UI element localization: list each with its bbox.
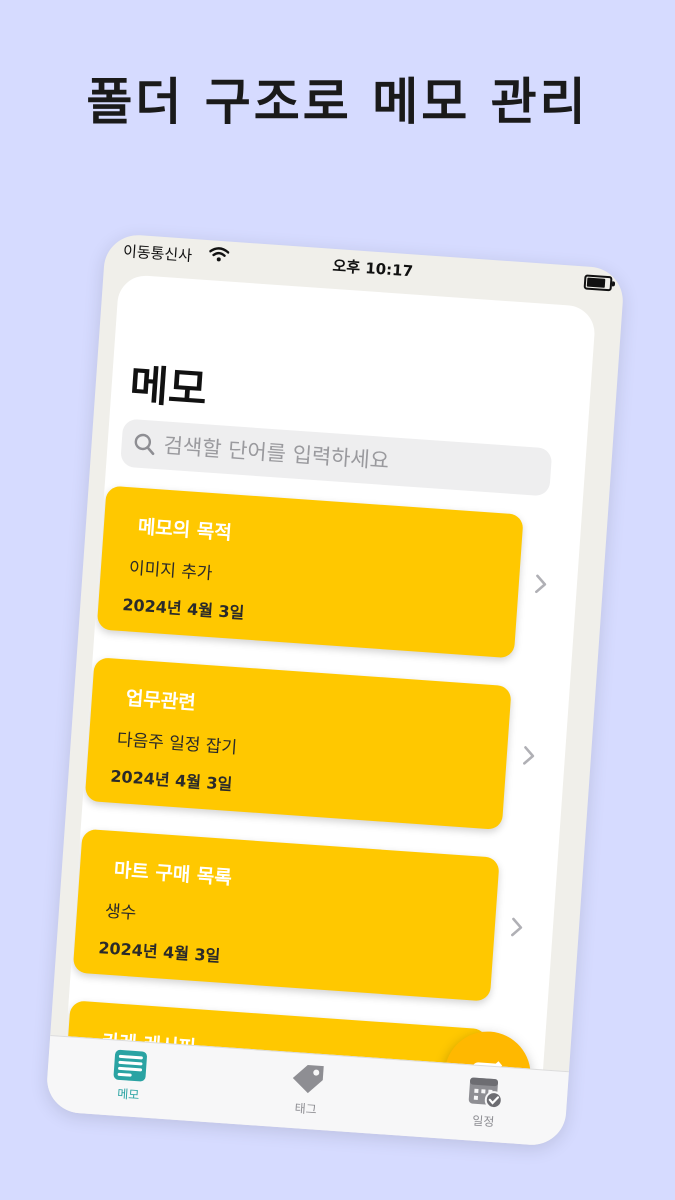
chevron-right-icon[interactable] xyxy=(508,915,526,940)
chevron-right-icon[interactable] xyxy=(520,743,538,768)
memo-date: 2024년 4월 3일 xyxy=(97,938,221,966)
memo-card[interactable]: 업무관련 다음주 일정 잡기 2024년 4월 3일 xyxy=(84,657,512,830)
memo-date: 2024년 4월 3일 xyxy=(121,594,245,623)
memo-preview: 이미지 추가 xyxy=(128,558,214,585)
memo-name: 메모의 목적 xyxy=(137,515,233,545)
search-icon xyxy=(134,433,155,456)
memo-date: 2024년 4월 3일 xyxy=(109,766,233,795)
memo-preview: 생수 xyxy=(104,901,137,924)
tab-tag[interactable]: 태그 xyxy=(245,1058,369,1130)
wifi-icon xyxy=(208,246,230,266)
memo-preview: 다음주 일정 잡기 xyxy=(116,729,238,759)
tab-schedule[interactable]: 일정 xyxy=(422,1070,546,1142)
battery-level xyxy=(586,277,606,288)
status-time: 오후 10:17 xyxy=(331,256,414,281)
tab-label: 메모 xyxy=(116,1086,140,1103)
calendar-check-icon xyxy=(468,1077,503,1110)
headline: 폴더 구조로 메모 관리 xyxy=(86,73,589,131)
search-bar[interactable] xyxy=(120,418,553,497)
memo-name: 마트 구매 목록 xyxy=(113,859,233,890)
carrier-name: 이동통신사 xyxy=(122,242,193,265)
memo-panel: 메모 메모의 목적 이미지 추가 2024년 4월 3일 업무관련 다음주 일정… xyxy=(61,273,597,1136)
search-input[interactable] xyxy=(161,421,545,496)
tab-memo[interactable]: 메모 xyxy=(67,1045,191,1117)
page-title: 메모 xyxy=(128,360,209,415)
chevron-right-icon[interactable] xyxy=(532,572,550,597)
memo-list-icon xyxy=(113,1049,147,1082)
phone-frame: 이동통신사 오후 10:17 메모 메모의 목적 이미지 추가 2024년 4월… xyxy=(44,232,626,1148)
memo-name: 업무관련 xyxy=(125,687,197,715)
tag-icon xyxy=(292,1065,324,1094)
memo-card[interactable]: 마트 구매 목록 생수 2024년 4월 3일 xyxy=(72,828,500,1002)
tab-label: 일정 xyxy=(471,1113,495,1130)
tab-label: 태그 xyxy=(294,1101,318,1117)
battery-icon xyxy=(583,274,613,292)
memo-card[interactable]: 메모의 목적 이미지 추가 2024년 4월 3일 xyxy=(96,485,524,659)
